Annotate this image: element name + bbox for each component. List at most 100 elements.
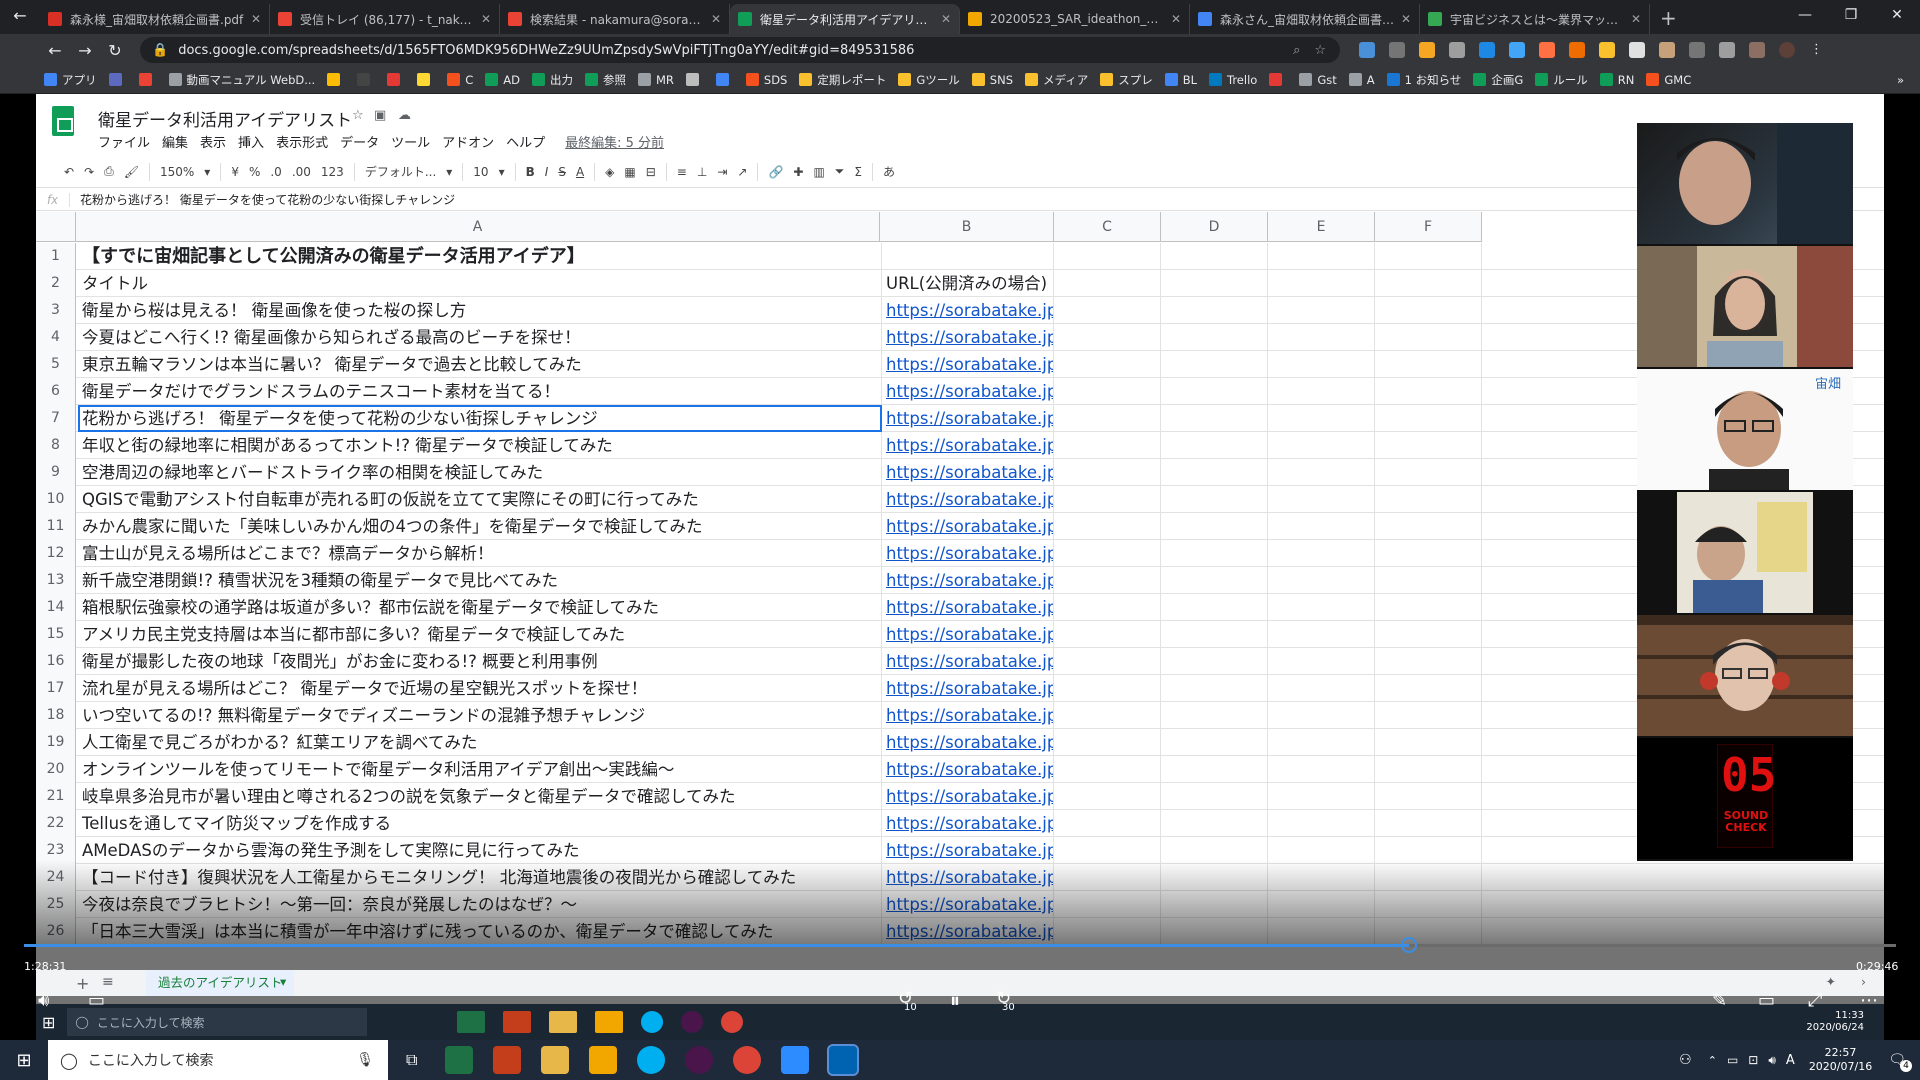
empty-cell[interactable] bbox=[1375, 297, 1482, 324]
powerpoint-icon[interactable] bbox=[493, 1046, 522, 1074]
column-header[interactable]: A bbox=[76, 212, 880, 242]
row-number[interactable]: 15 bbox=[36, 621, 76, 648]
participant-video-4[interactable] bbox=[1637, 492, 1853, 613]
cell-title[interactable]: 空港周辺の緑地率とバードストライク率の相関を検証してみた bbox=[78, 459, 882, 486]
bookmark-item[interactable]: 参照 bbox=[584, 72, 626, 88]
redo-icon[interactable]: ↷ bbox=[84, 165, 94, 179]
empty-cell[interactable] bbox=[1375, 540, 1482, 567]
browser-tab[interactable]: 森永様_宙畑取材依頼企画書.pdf ✕ bbox=[40, 4, 270, 34]
row-number[interactable]: 11 bbox=[36, 513, 76, 540]
cell-url-link[interactable]: https://sorabatake.jp/4225/ bbox=[882, 513, 1054, 540]
extension-icon[interactable] bbox=[1599, 42, 1615, 58]
empty-cell[interactable] bbox=[1375, 567, 1482, 594]
cell-url-link[interactable]: https://sorabatake.jp/666/ bbox=[882, 729, 1054, 756]
cell-url-link[interactable]: https://sorabatake.jp/1108/ bbox=[882, 297, 1054, 324]
menu-item[interactable]: アドオン bbox=[442, 132, 494, 151]
empty-cell[interactable] bbox=[1375, 243, 1482, 270]
bookmark-item[interactable]: SDS bbox=[745, 73, 787, 87]
cell-title[interactable]: 東京五輪マラソンは本当に暑い？ 衛星データで過去と比較してみた bbox=[78, 351, 882, 378]
cell-url-link[interactable]: https://sorabatake.jp/8520/ bbox=[882, 459, 1054, 486]
empty-cell[interactable] bbox=[1161, 513, 1268, 540]
empty-cell[interactable] bbox=[1054, 648, 1161, 675]
row-number[interactable]: 20 bbox=[36, 756, 76, 783]
extension-icon[interactable] bbox=[1689, 42, 1705, 58]
row-number[interactable]: 16 bbox=[36, 648, 76, 675]
empty-cell[interactable] bbox=[1161, 297, 1268, 324]
move-folder-icon[interactable]: ▣ bbox=[374, 108, 386, 123]
row-number[interactable]: 4 bbox=[36, 324, 76, 351]
extension-icon[interactable] bbox=[1359, 42, 1375, 58]
taskbar-search[interactable]: ◯ ここに入力して検索 🎙︎ bbox=[48, 1040, 388, 1080]
empty-cell[interactable] bbox=[1375, 621, 1482, 648]
increase-decimal-button[interactable]: .00 bbox=[292, 165, 311, 179]
cell-title[interactable]: 衛星データだけでグランドスラムのテニスコート素材を当てる！ bbox=[78, 378, 882, 405]
empty-cell[interactable] bbox=[1268, 270, 1375, 297]
empty-cell[interactable] bbox=[1375, 351, 1482, 378]
bookmark-item[interactable]: メディア bbox=[1025, 72, 1088, 88]
bookmark-item[interactable]: 動画マニュアル WebD... bbox=[168, 72, 315, 88]
font-size-select[interactable]: 10 bbox=[473, 165, 488, 179]
bookmark-item[interactable]: MR bbox=[637, 73, 674, 87]
cell-title[interactable]: 箱根駅伝強豪校の通学路は坂道が多い？都市伝説を衛星データで検証してみた bbox=[78, 594, 882, 621]
align-vertical-icon[interactable]: ⊥ bbox=[697, 165, 707, 179]
chevron-right-icon[interactable]: › bbox=[1861, 974, 1866, 989]
paint-format-icon[interactable]: 🖌 bbox=[124, 165, 139, 179]
empty-cell[interactable] bbox=[1375, 459, 1482, 486]
empty-cell[interactable] bbox=[1268, 324, 1375, 351]
empty-cell[interactable] bbox=[1375, 783, 1482, 810]
zoom-search-icon[interactable]: ⌕ bbox=[1293, 43, 1300, 58]
empty-cell[interactable] bbox=[1268, 351, 1375, 378]
row-number[interactable]: 12 bbox=[36, 540, 76, 567]
cell-url-link[interactable]: https://sorabatake.jp/266/ bbox=[882, 675, 1054, 702]
close-window-icon[interactable]: ✕ bbox=[1874, 0, 1920, 30]
close-tab-icon[interactable]: ✕ bbox=[251, 12, 261, 26]
cell-url-link[interactable]: https://sorabatake.jp/12047/ bbox=[882, 783, 1054, 810]
empty-cell[interactable] bbox=[1375, 594, 1482, 621]
cell-url-link[interactable]: https://sorabatake.jp/2059/ bbox=[882, 621, 1054, 648]
row-number[interactable]: 14 bbox=[36, 594, 76, 621]
empty-cell[interactable] bbox=[1375, 270, 1482, 297]
search-box[interactable]: ◯ ここに入力して検索 bbox=[67, 1008, 368, 1036]
close-tab-icon[interactable]: ✕ bbox=[481, 12, 491, 26]
cell-title[interactable]: 新千歳空港閉鎖!? 積雪状況を3種類の衛星データで見比べてみた bbox=[78, 567, 882, 594]
back-arrow-icon[interactable]: ← bbox=[0, 0, 40, 34]
formula-input[interactable]: 花粉から逃げろ！ 衛星データを使って花粉の少ない街探しチャレンジ bbox=[80, 191, 455, 208]
extension-icon[interactable] bbox=[1449, 42, 1465, 58]
empty-cell[interactable] bbox=[1054, 675, 1161, 702]
empty-cell[interactable] bbox=[1268, 783, 1375, 810]
empty-cell[interactable] bbox=[1268, 648, 1375, 675]
bookmark-item[interactable]: Trello bbox=[1209, 73, 1257, 87]
empty-cell[interactable] bbox=[1161, 675, 1268, 702]
empty-cell[interactable] bbox=[1054, 513, 1161, 540]
cell-title[interactable]: 【すでに宙畑記事として公開済みの衛星データ活用アイデア】 bbox=[78, 243, 882, 270]
bookmark-item[interactable]: Gst bbox=[1299, 73, 1337, 87]
cell-url-link[interactable]: https://sorabatake.jp/9152/ bbox=[882, 432, 1054, 459]
close-tab-icon[interactable]: ✕ bbox=[711, 12, 721, 26]
edit-pen-icon[interactable]: ✎ bbox=[1712, 990, 1727, 1011]
cell-url-link[interactable]: https://sorabatake.jp/737/ bbox=[882, 351, 1054, 378]
empty-cell[interactable] bbox=[1375, 648, 1482, 675]
bookmark-item[interactable]: C bbox=[447, 73, 473, 87]
empty-cell[interactable] bbox=[1161, 756, 1268, 783]
text-wrap-icon[interactable]: ⇥ bbox=[717, 165, 727, 179]
browser-tab[interactable]: 20200523_SAR_ideathon_Online ✕ bbox=[960, 4, 1190, 34]
browser-tab[interactable]: 宇宙ビジネスとは～業界マップ、ビジネ ✕ bbox=[1420, 4, 1650, 34]
row-number[interactable]: 9 bbox=[36, 459, 76, 486]
bookmark-item[interactable]: ルール bbox=[1535, 72, 1588, 88]
extension-icon[interactable] bbox=[1629, 42, 1645, 58]
empty-cell[interactable] bbox=[1161, 324, 1268, 351]
fullscreen-icon[interactable]: ⤢ bbox=[1808, 990, 1822, 1011]
cell-url-link[interactable]: https://sorabatake.jp/3593/ bbox=[882, 567, 1054, 594]
bookmark-item[interactable] bbox=[685, 73, 704, 86]
empty-cell[interactable] bbox=[1161, 621, 1268, 648]
empty-cell[interactable] bbox=[1054, 540, 1161, 567]
italic-button[interactable]: I bbox=[545, 165, 549, 179]
skype-icon[interactable] bbox=[641, 1011, 664, 1033]
bookmark-item[interactable] bbox=[327, 73, 345, 86]
chrome-icon[interactable] bbox=[733, 1046, 762, 1074]
forward-icon[interactable]: → bbox=[70, 41, 100, 60]
row-number[interactable]: 13 bbox=[36, 567, 76, 594]
chart-icon[interactable]: ▥ bbox=[813, 165, 824, 179]
bookmark-item[interactable] bbox=[138, 73, 157, 86]
empty-cell[interactable] bbox=[1054, 405, 1161, 432]
